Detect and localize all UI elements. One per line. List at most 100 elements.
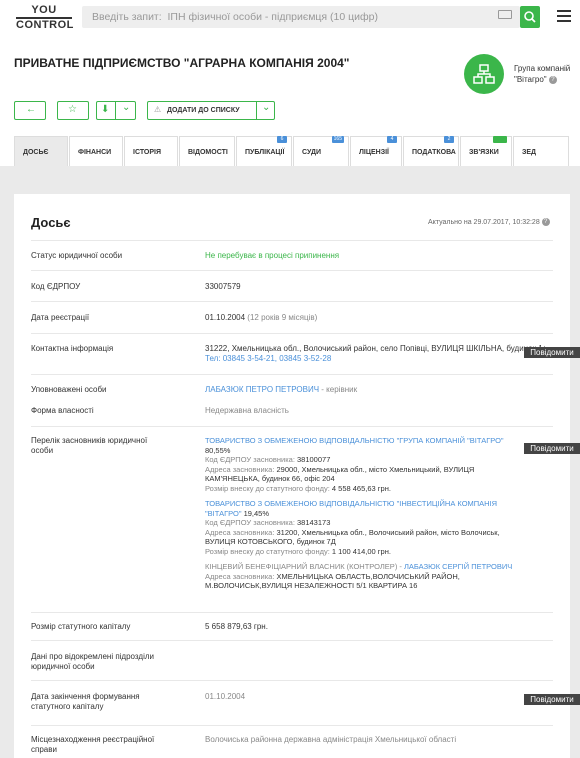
divider (31, 301, 553, 302)
founder-capital: 4 558 465,63 грн. (331, 483, 391, 493)
count-badge: 4 (387, 136, 397, 143)
field-label: Форма власності (31, 406, 94, 415)
tab-tax[interactable]: ПОДАТКОВА 2 (403, 136, 459, 166)
company-group-button[interactable] (464, 54, 504, 94)
authorized-value: ЛАБАЗЮК ПЕТРО ПЕТРОВИЧ - керівник (205, 385, 550, 395)
keyboard-icon[interactable] (498, 10, 512, 19)
report-button[interactable]: Повідомити (524, 694, 580, 705)
tab-finance[interactable]: ФІНАНСИ (69, 136, 123, 166)
beta-badge: beta (493, 136, 507, 143)
beneficiary-label: КІНЦЕВИЙ БЕНЕФІЦІАРНИЙ ВЛАСНИК (КОНТРОЛЕ… (205, 562, 402, 571)
report-button[interactable]: Повідомити (524, 347, 580, 358)
founder-code-label: Код ЄДРПОУ засновника: (205, 518, 295, 527)
field-label: Місцезнаходження реєстраційної справи (31, 735, 155, 754)
divider (31, 680, 553, 681)
group-label-text: Група компаній (514, 64, 571, 73)
info-icon[interactable]: ? (548, 75, 557, 84)
beneficiary-address-label: Адреса засновника: (205, 571, 275, 581)
edrpou-value: 33007579 (205, 282, 241, 291)
beneficiary-link[interactable]: ЛАБАЗЮК СЕРГІЙ ПЕТРОВИЧ (404, 562, 512, 571)
divider (31, 725, 553, 726)
arrow-left-icon: ← (26, 104, 36, 115)
field-label: Дата закінчення формування статутного ка… (31, 692, 140, 711)
cap-date-value: 01.10.2004 (205, 692, 246, 701)
tab-records[interactable]: ВІДОМОСТІ (179, 136, 235, 166)
chevron-down-icon[interactable]: ⌄ (262, 102, 270, 113)
actual-timestamp: Актуально на 29.07.2017, 10:32:28 ? (428, 218, 550, 226)
field-label: Розмір статутного капіталу (31, 622, 131, 631)
founder-code: 38143173 (297, 518, 331, 527)
info-icon[interactable]: ? (541, 218, 550, 226)
download-button[interactable]: ⬇ ⌄ (96, 101, 136, 120)
tab-label: ПУБЛІКАЦІЇ (245, 149, 285, 156)
tab-label: ЗВ'ЯЗКИ (469, 149, 499, 156)
divider (31, 374, 553, 375)
reg-duration: (12 років 9 місяців) (247, 313, 318, 322)
capital-value: 5 658 879,63 грн. (205, 622, 268, 631)
founder-address-label: Адреса засновника: (205, 527, 275, 537)
founder-capital-label: Розмір внеску до статутного фонду: (205, 546, 330, 556)
person-role: - керівник (321, 385, 358, 394)
tab-publications[interactable]: ПУБЛІКАЦІЇ 6 (236, 136, 292, 166)
tab-label: ЗЕД (522, 149, 537, 156)
divider (31, 426, 553, 427)
divider (256, 102, 257, 119)
founder-code-label: Код ЄДРПОУ засновника: (205, 455, 295, 464)
founders-value: ТОВАРИСТВО З ОБМЕЖЕНОЮ ВІДПОВІДАЛЬНІСТЮ … (205, 436, 523, 591)
reg-date-value: 01.10.2004 (12 років 9 місяців) (205, 313, 550, 323)
dossier-card: Досьє Актуально на 29.07.2017, 10:32:28 … (14, 194, 570, 758)
divider (31, 640, 553, 641)
logo[interactable]: YOU CONTROL (16, 5, 74, 31)
download-icon: ⬇ (101, 104, 110, 115)
divider (31, 240, 553, 241)
field-label: Статус юридичної особи (31, 251, 123, 260)
section-title: Досьє (31, 215, 71, 230)
search-input[interactable] (92, 6, 492, 28)
tab-licenses[interactable]: ЛІЦЕНЗІЇ 4 (350, 136, 402, 166)
reg-date: 01.10.2004 (205, 313, 246, 322)
field-label: Дата реєстрації (31, 313, 90, 322)
founder-link[interactable]: ТОВАРИСТВО З ОБМЕЖЕНОЮ ВІДПОВІДАЛЬНІСТЮ … (205, 436, 523, 446)
count-badge: 6 (277, 136, 287, 143)
back-button[interactable]: ← (14, 101, 46, 120)
tab-label: ФІНАНСИ (78, 149, 112, 156)
divider (31, 612, 553, 613)
org-structure-icon (473, 64, 495, 84)
tab-label: ЛІЦЕНЗІЇ (359, 149, 389, 156)
favorite-button[interactable]: ☆ (57, 101, 89, 120)
search-button[interactable] (520, 6, 540, 28)
tab-courts[interactable]: СУДИ 165 (293, 136, 349, 166)
logo-bottom-text: CONTROL (16, 18, 74, 31)
add-to-list-icon: ⚠ (154, 105, 162, 114)
chevron-down-icon[interactable]: ⌄ (122, 102, 130, 113)
search-icon (524, 11, 536, 23)
tab-label: СУДИ (302, 149, 321, 156)
actual-text: Актуально на 29.07.2017, 10:32:28 (428, 218, 540, 226)
field-label: Код ЄДРПОУ (31, 282, 81, 291)
add-to-list-label: ДОДАТИ ДО СПИСКУ (167, 107, 240, 114)
tab-label: ПОДАТКОВА (412, 149, 456, 156)
founder-share: 80,55% (205, 445, 231, 455)
founder-address-label: Адреса засновника: (205, 464, 275, 474)
tab-label: ВІДОМОСТІ (188, 149, 228, 156)
group-name-link[interactable]: "Вітагро" (514, 75, 547, 84)
founder-code: 38100077 (297, 455, 331, 464)
founder-share: 19,45% (243, 508, 270, 518)
tab-history[interactable]: ІСТОРІЯ (124, 136, 178, 166)
add-to-list-button[interactable]: ⚠ ДОДАТИ ДО СПИСКУ ⌄ (147, 101, 275, 120)
contact-phone[interactable]: Тел: 03845 3-54-21, 03845 3-52-28 (205, 354, 545, 364)
tab-connections[interactable]: ЗВ'ЯЗКИ beta (460, 136, 512, 166)
person-link[interactable]: ЛАБАЗЮК ПЕТРО ПЕТРОВИЧ (205, 385, 319, 394)
founder-capital-label: Розмір внеску до статутного фонду: (205, 483, 330, 493)
tab-zed[interactable]: ЗЕД (513, 136, 569, 166)
contacts-value: 31222, Хмельницька обл., Волочиський рай… (205, 344, 545, 364)
hamburger-menu-icon[interactable] (557, 10, 571, 22)
divider (31, 333, 553, 334)
report-button[interactable]: Повідомити (524, 443, 580, 454)
tab-dossier[interactable]: ДОСЬЄ (14, 136, 68, 166)
page-title: ПРИВАТНЕ ПІДПРИЄМСТВО "АГРАРНА КОМПАНІЯ … (14, 56, 350, 70)
count-badge: 165 (331, 136, 344, 143)
tab-label: ДОСЬЄ (23, 149, 49, 156)
field-label: Контактна інформація (31, 344, 114, 353)
ownership-value: Недержавна власність (205, 406, 289, 415)
